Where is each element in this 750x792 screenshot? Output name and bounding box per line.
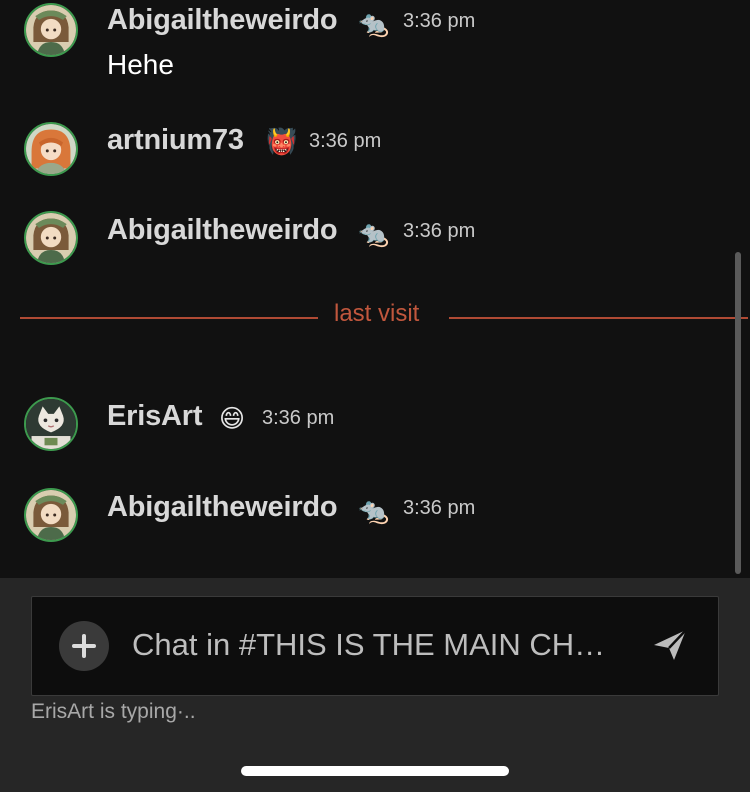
orange-hair-avatar-icon (26, 124, 76, 174)
chat-input[interactable] (132, 622, 622, 668)
username[interactable]: Abigailtheweirdo (107, 491, 338, 524)
user-avatar[interactable] (24, 211, 78, 265)
username[interactable]: Abigailtheweirdo (107, 4, 338, 37)
divider-line-right (449, 317, 748, 319)
user-avatar[interactable] (24, 397, 78, 451)
last-visit-label: last visit (334, 300, 420, 327)
oni-icon: 👹 (266, 128, 298, 156)
typing-indicator: ErisArt is typing·.. (31, 700, 196, 723)
message-list-scrollbar[interactable] (735, 252, 741, 574)
divider-line-left (20, 317, 318, 319)
grinning-face-icon: 😄 (219, 405, 246, 433)
timestamp: 3:36 pm (403, 497, 476, 519)
timestamp: 3:36 pm (403, 220, 476, 242)
rat-icon: 🐀 (358, 220, 390, 248)
send-icon[interactable] (650, 624, 690, 664)
username[interactable]: Abigailtheweirdo (107, 214, 338, 247)
user-avatar[interactable] (24, 122, 78, 176)
anime-girl-avatar-icon (26, 490, 76, 540)
user-avatar[interactable] (24, 488, 78, 542)
user-avatar[interactable] (24, 3, 78, 57)
timestamp: 3:36 pm (403, 10, 476, 32)
username[interactable]: ErisArt (107, 400, 203, 433)
plus-icon[interactable] (59, 621, 109, 671)
timestamp: 3:36 pm (309, 130, 382, 152)
cat-avatar-icon (26, 399, 76, 449)
timestamp: 3:36 pm (262, 407, 335, 429)
message-text: Hehe (107, 49, 174, 80)
rat-icon: 🐀 (358, 10, 390, 38)
anime-girl-avatar-icon (26, 5, 76, 55)
anime-girl-avatar-icon (26, 213, 76, 263)
home-indicator[interactable] (241, 766, 509, 776)
username[interactable]: artnium73 (107, 124, 244, 157)
chat-screen: Abigailtheweirdo 🐀 3:36 pm Hehe artnium7… (0, 0, 750, 792)
rat-icon: 🐀 (358, 497, 390, 525)
